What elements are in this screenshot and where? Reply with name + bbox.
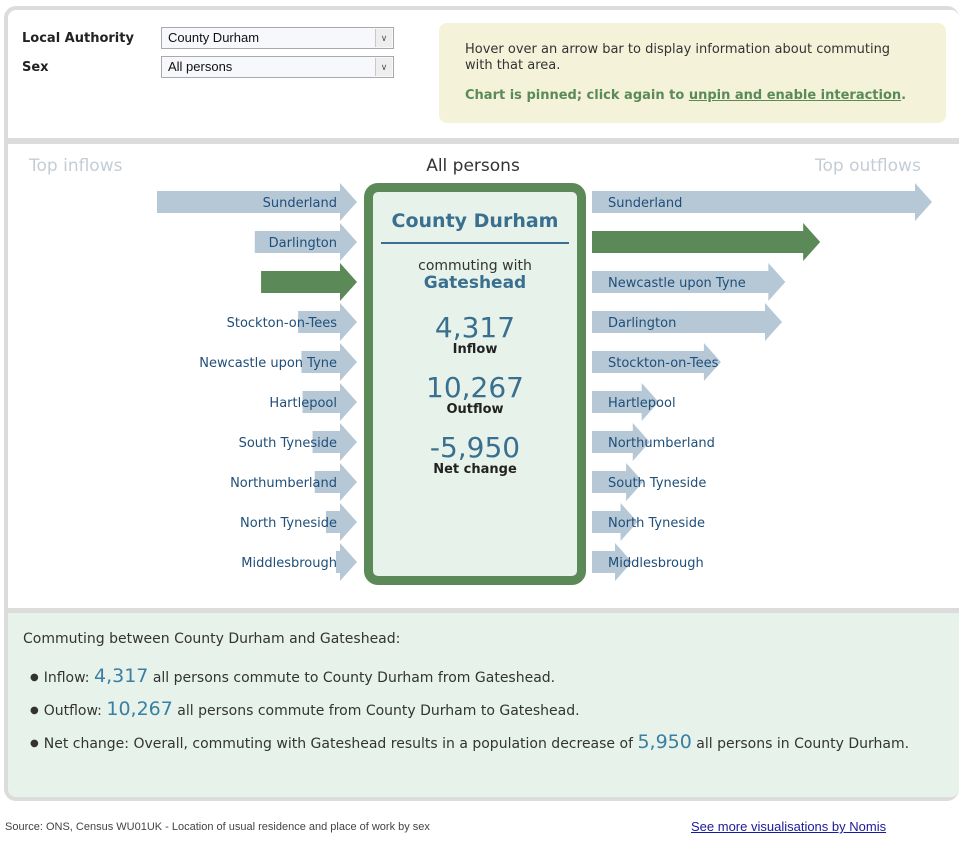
info-inflow-prefix: Inflow:	[43, 670, 94, 686]
info-inflow: ● Inflow: 4,317 all persons commute to Co…	[30, 665, 555, 687]
info-outflow-prefix: Outflow:	[43, 703, 107, 719]
info-outflow-suffix: all persons commute from County Durham t…	[172, 703, 580, 719]
info-title: Commuting between County Durham and Gate…	[23, 631, 401, 647]
outflow-arrow-gateshead[interactable]	[592, 223, 821, 261]
partner-area: Gateshead	[423, 273, 527, 293]
outflow-label-middlesbrough: Middlesbrough	[608, 556, 704, 571]
outflow-label-stockton-on-tees: Stockton-on-Tees	[608, 356, 719, 371]
outflow-label-south-tyneside: South Tyneside	[608, 476, 706, 491]
inflow-label: Inflow	[452, 342, 498, 357]
info-net: ● Net change: Overall, commuting with Gat…	[30, 731, 909, 753]
divider	[381, 242, 569, 244]
bullet: ●	[30, 672, 39, 683]
outflow-label-sunderland: Sunderland	[608, 196, 682, 211]
info-net-suffix: all persons in County Durham.	[691, 736, 910, 752]
net-change-label: Net change	[433, 462, 517, 477]
outflow-value: 10,267	[426, 371, 524, 404]
source-note: Source: ONS, Census WU01UK - Location of…	[5, 821, 430, 833]
outflow-label-darlington: Darlington	[608, 316, 676, 331]
inflow-label-northumberland: Northumberland	[230, 476, 337, 491]
info-net-prefix: Net change: Overall, commuting with Gate…	[43, 736, 638, 752]
outflow-label-hartlepool: Hartlepool	[608, 396, 676, 411]
inflow-label-newcastle-upon-tyne: Newcastle upon Tyne	[199, 356, 337, 371]
inflow-label-darlington: Darlington	[269, 236, 337, 251]
inflow-value: 4,317	[434, 311, 516, 344]
inflow-arrow-middlesbrough[interactable]	[336, 543, 357, 581]
selected-authority: County Durham	[391, 210, 559, 232]
inflow-label-middlesbrough: Middlesbrough	[241, 556, 337, 571]
info-outflow: ● Outflow: 10,267 all persons commute fro…	[30, 698, 580, 720]
commuting-with-label: commuting with	[418, 258, 532, 274]
outflow-label-northumberland: Northumberland	[608, 436, 715, 451]
center-summary-box: County Durham commuting with Gateshead 4…	[364, 183, 586, 585]
outflow-label: Outflow	[446, 402, 504, 417]
outflow-label-newcastle-upon-tyne: Newcastle upon Tyne	[608, 276, 746, 291]
info-net-value: 5,950	[637, 731, 692, 753]
inflow-arrow-gateshead[interactable]	[261, 263, 357, 301]
bullet: ●	[30, 705, 39, 716]
net-change-value: -5,950	[429, 431, 521, 464]
inflow-label-sunderland: Sunderland	[263, 196, 337, 211]
more-visualisations-link[interactable]: See more visualisations by Nomis	[691, 819, 886, 834]
inflow-label-south-tyneside: South Tyneside	[239, 436, 337, 451]
inflow-label-hartlepool: Hartlepool	[269, 396, 337, 411]
inflow-label-stockton-on-tees: Stockton-on-Tees	[227, 316, 338, 331]
outflow-label-north-tyneside: North Tyneside	[608, 516, 705, 531]
info-outflow-value: 10,267	[106, 698, 173, 720]
inflow-label-north-tyneside: North Tyneside	[240, 516, 337, 531]
info-inflow-suffix: all persons commute to County Durham fro…	[148, 670, 556, 686]
info-inflow-value: 4,317	[93, 665, 149, 687]
bullet: ●	[30, 738, 39, 749]
